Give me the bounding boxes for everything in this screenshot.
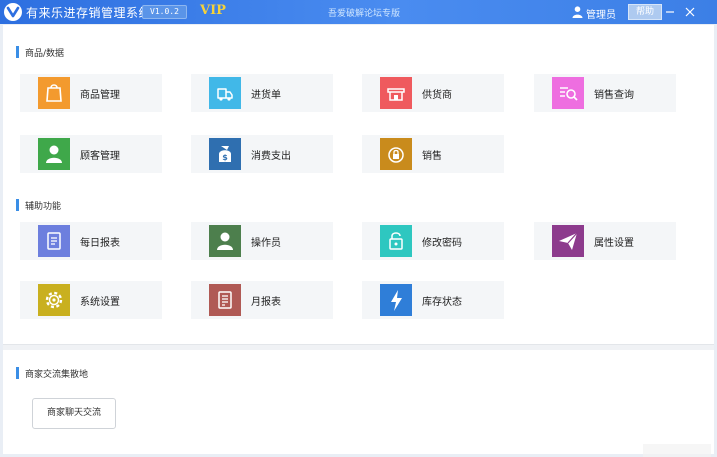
operator-icon <box>209 225 241 257</box>
tile-label: 系统设置 <box>80 297 120 308</box>
tile-label: 销售查询 <box>594 90 634 101</box>
merchant-chat-button[interactable]: 商家聊天交流 <box>32 398 116 429</box>
app-logo-icon <box>4 3 22 21</box>
search-list-icon <box>552 77 584 109</box>
tile-goods-management[interactable]: 商品管理 <box>20 74 162 112</box>
tile-label: 修改密码 <box>422 238 462 249</box>
tile-label: 消费支出 <box>251 151 291 162</box>
watermark <box>643 444 711 457</box>
tile-change-password[interactable]: 修改密码 <box>362 222 504 260</box>
tile-label: 供货商 <box>422 90 452 101</box>
person-icon <box>38 138 70 170</box>
title-bar: 有来乐进存销管理系统 V1.0.2 VIP 吾爱破解论坛专版 管理员 帮助 <box>0 0 717 24</box>
tile-label: 每日报表 <box>80 238 120 249</box>
tile-label: 属性设置 <box>594 238 634 249</box>
help-button[interactable]: 帮助 <box>628 4 662 20</box>
user-icon <box>572 6 583 18</box>
user-label[interactable]: 管理员 <box>586 6 616 21</box>
section-title: 商品/数据 <box>25 49 65 59</box>
tile-label: 销售 <box>422 151 442 162</box>
section-title: 辅助功能 <box>25 202 62 212</box>
money-bag-icon: $ <box>209 138 241 170</box>
tile-label: 月报表 <box>251 297 281 308</box>
tile-label: 顾客管理 <box>80 151 120 162</box>
svg-text:$: $ <box>222 153 228 162</box>
forum-link[interactable]: 吾爱破解论坛专版 <box>328 6 400 19</box>
tile-sales-query[interactable]: 销售查询 <box>534 74 676 112</box>
tile-expenses[interactable]: $ 消费支出 <box>191 135 333 173</box>
bag-icon <box>38 77 70 109</box>
section-accent-bar <box>16 199 19 211</box>
password-icon <box>380 225 412 257</box>
section-title: 商家交流集散地 <box>25 370 89 380</box>
tile-purchase-order[interactable]: 进货单 <box>191 74 333 112</box>
tile-monthly-report[interactable]: 月报表 <box>191 281 333 319</box>
tile-operator[interactable]: 操作员 <box>191 222 333 260</box>
report-icon <box>38 225 70 257</box>
vip-label: VIP <box>200 3 226 18</box>
tile-label: 库存状态 <box>422 297 462 308</box>
tile-sales[interactable]: 销售 <box>362 135 504 173</box>
tile-supplier[interactable]: 供货商 <box>362 74 504 112</box>
section-divider <box>3 344 714 350</box>
lock-bag-icon <box>380 138 412 170</box>
version-badge: V1.0.2 <box>142 5 187 19</box>
tile-attribute-settings[interactable]: 属性设置 <box>534 222 676 260</box>
lightning-icon <box>380 284 412 316</box>
store-icon <box>380 77 412 109</box>
tile-label: 商品管理 <box>80 90 120 101</box>
section-accent-bar <box>16 367 19 379</box>
tile-label: 进货单 <box>251 90 281 101</box>
tile-system-settings[interactable]: 系统设置 <box>20 281 162 319</box>
document-icon <box>209 284 241 316</box>
close-icon <box>685 7 695 17</box>
tile-daily-report[interactable]: 每日报表 <box>20 222 162 260</box>
tile-label: 操作员 <box>251 238 281 249</box>
minimize-icon <box>666 11 674 13</box>
tile-inventory-status[interactable]: 库存状态 <box>362 281 504 319</box>
main-panel: 商品/数据 商品管理 进货单 供货商 销售查询 顾客管理 $ 消费支出 销售 辅… <box>3 25 714 457</box>
close-button[interactable] <box>680 0 700 24</box>
truck-icon <box>209 77 241 109</box>
section-accent-bar <box>16 46 19 58</box>
paper-plane-icon <box>552 225 584 257</box>
app-title: 有来乐进存销管理系统 <box>26 6 152 20</box>
minimize-button[interactable] <box>660 0 680 24</box>
gear-icon <box>38 284 70 316</box>
tile-customer-management[interactable]: 顾客管理 <box>20 135 162 173</box>
